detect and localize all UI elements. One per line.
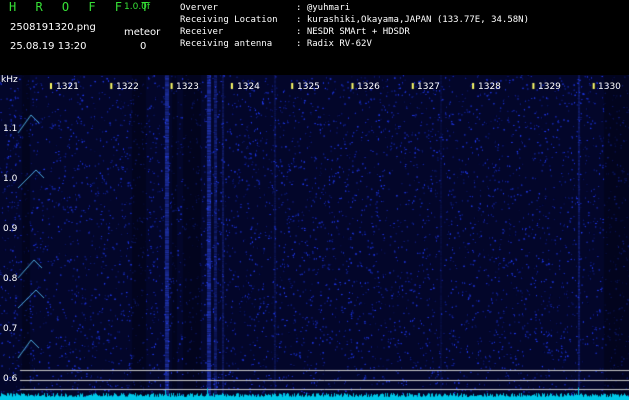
meteor-count: 0 xyxy=(140,41,147,52)
x-tick-label: 1322 xyxy=(116,82,139,92)
x-tick-label: 1327 xyxy=(417,82,440,92)
y-tick-label: 0.7 xyxy=(3,324,18,334)
app-version: 1.0.0f xyxy=(124,2,151,12)
meteor-label: meteor xyxy=(124,27,161,38)
receiver-value: : NESDR SMArt + HDSDR xyxy=(296,27,410,37)
x-tick-label: 1325 xyxy=(297,82,320,92)
receiver-key: Receiver xyxy=(180,27,224,37)
location-value: : kurashiki,Okayama,JAPAN (133.77E, 34.5… xyxy=(296,15,529,25)
spectrogram-canvas xyxy=(0,75,629,400)
x-tick-label: 1328 xyxy=(478,82,501,92)
file-name: 2508191320.png xyxy=(10,22,96,33)
header-panel: H R O F F T 1.0.0f 2508191320.png 25.08.… xyxy=(0,0,629,75)
observer-value: : @yuhmari xyxy=(296,3,351,13)
unit-label: kHz xyxy=(1,75,18,85)
x-tick-label: 1330 xyxy=(598,82,621,92)
y-tick-label: 0.9 xyxy=(3,224,18,234)
y-tick-label: 0.6 xyxy=(3,374,18,384)
observer-key: Overver xyxy=(180,3,218,13)
x-tick-label: 1329 xyxy=(538,82,561,92)
antenna-key: Receiving antenna xyxy=(180,39,273,49)
y-tick-label: 1.1 xyxy=(3,124,18,134)
x-tick-label: 1323 xyxy=(176,82,199,92)
x-tick-label: 1324 xyxy=(237,82,260,92)
x-tick-label: 1321 xyxy=(56,82,79,92)
y-tick-label: 0.8 xyxy=(3,274,18,284)
timestamp: 25.08.19 13:20 xyxy=(10,41,87,52)
y-tick-label: 1.0 xyxy=(3,174,18,184)
antenna-value: : Radix RV-62V xyxy=(296,39,372,49)
location-key: Receiving Location xyxy=(180,15,278,25)
x-tick-label: 1326 xyxy=(357,82,380,92)
